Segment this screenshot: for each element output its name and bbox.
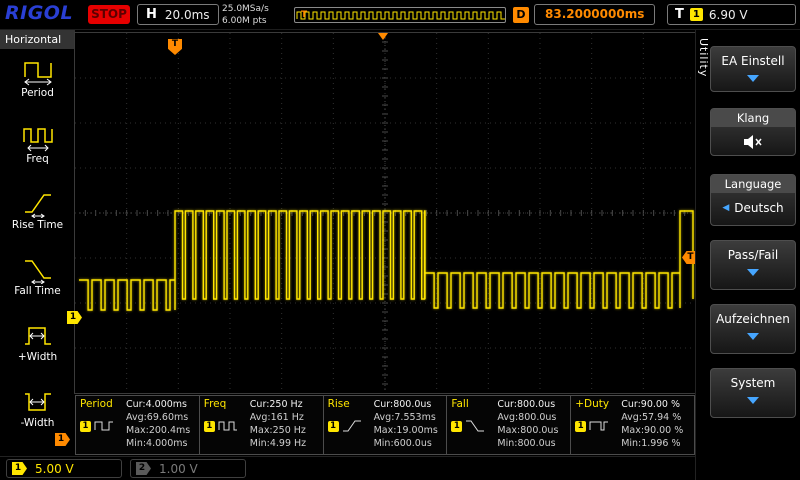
channel-2-marker: 2 xyxy=(136,462,151,475)
menu-item-freq[interactable]: Freq xyxy=(0,122,75,165)
menu-button-system[interactable]: System xyxy=(710,368,796,418)
waveform-display: T T 1 xyxy=(74,32,696,394)
trigger-label: T xyxy=(675,7,684,22)
menu-button-aufzeichnen[interactable]: Aufzeichnen xyxy=(710,304,796,354)
utility-menu-title: Utility xyxy=(697,38,710,77)
channel-1-status[interactable]: 1 5.00 V xyxy=(6,459,122,478)
fall-glyph-icon xyxy=(464,419,486,433)
measurement-period[interactable]: Period 1 Cur:4.000ms Avg:69.60ms Max:200… xyxy=(75,395,200,455)
timebase-value: 20.0ms xyxy=(165,8,210,22)
menu-button-klang[interactable]: Klang xyxy=(710,108,796,156)
rise-time-icon xyxy=(21,188,55,218)
measurement-freq[interactable]: Freq 1 Cur:250 Hz Avg:161 Hz Max:250 Hz … xyxy=(199,395,324,455)
menu-item-rise-time[interactable]: Rise Time xyxy=(0,188,75,231)
channel-bar: 1 5.00 V 2 1.00 V xyxy=(0,456,800,480)
oscilloscope-ui: RIGOL STOP H 20.0ms 25.0MSa/s 6.00M pts … xyxy=(0,0,800,480)
menu-button-language[interactable]: Language ◀ Deutsch xyxy=(710,174,796,226)
delay-box[interactable]: D 83.2000000ms xyxy=(513,4,655,25)
waveform-preview-strip[interactable]: T xyxy=(294,7,506,23)
measurement-bar: Period 1 Cur:4.000ms Avg:69.60ms Max:200… xyxy=(75,395,695,455)
chevron-down-icon xyxy=(747,75,759,82)
fall-time-icon xyxy=(21,254,55,284)
delay-label: D xyxy=(513,7,529,23)
sample-rate: 25.0MSa/s xyxy=(222,3,269,15)
chevron-down-icon xyxy=(747,269,759,276)
preview-trigger-marker: T xyxy=(301,8,307,22)
ch1-badge: 1 xyxy=(575,421,586,432)
menu-button-pass-fail[interactable]: Pass/Fail xyxy=(710,240,796,290)
sound-off-icon xyxy=(742,133,764,151)
horizontal-label: H xyxy=(146,7,157,22)
freq-glyph-icon xyxy=(217,419,239,433)
duty-glyph-icon xyxy=(588,419,610,433)
memory-depth: 6.00M pts xyxy=(222,15,269,27)
chevron-down-icon xyxy=(747,397,759,404)
run-state-badge: STOP xyxy=(88,5,130,24)
channel-2-scale: 1.00 V xyxy=(159,462,198,476)
preview-waveform xyxy=(295,8,505,22)
plus-width-icon xyxy=(21,320,55,350)
delay-center-marker-icon xyxy=(378,33,388,40)
ch1-badge: 1 xyxy=(451,421,462,432)
freq-icon xyxy=(21,122,55,152)
measurement-plus-duty[interactable]: +Duty 1 Cur:90.00 % Avg:57.94 % Max:90.0… xyxy=(570,395,695,455)
chevron-down-icon xyxy=(747,333,759,340)
measure-menu-title: Horizontal xyxy=(0,30,75,49)
channel-1-scale: 5.00 V xyxy=(35,462,74,476)
rise-glyph-icon xyxy=(341,419,363,433)
graticule-grid xyxy=(75,33,695,393)
measure-menu: Horizontal Period Freq Rise Time xyxy=(0,30,75,456)
menu-item-minus-width[interactable]: -Width xyxy=(0,386,75,429)
measurement-rise[interactable]: Rise 1 Cur:800.0us Avg:7.553ms Max:19.00… xyxy=(323,395,448,455)
channel-2-status[interactable]: 2 1.00 V xyxy=(130,459,246,478)
language-value: Deutsch xyxy=(734,201,783,215)
menu-button-ea-einstell[interactable]: EA Einstell xyxy=(710,46,796,92)
utility-menu: Utility EA Einstell Klang Language ◀ Deu… xyxy=(695,30,800,480)
menu-item-plus-width[interactable]: +Width xyxy=(0,320,75,363)
menu-item-period[interactable]: Period xyxy=(0,56,75,99)
delay-value: 83.2000000ms xyxy=(534,4,655,25)
period-icon xyxy=(21,56,55,86)
trigger-source-badge: 1 xyxy=(690,8,703,21)
horizontal-timebase-box[interactable]: H 20.0ms xyxy=(137,4,219,25)
trigger-status-box[interactable]: T 1 6.90 V xyxy=(667,4,796,25)
rigol-logo: RIGOL xyxy=(5,2,73,24)
acquisition-info: 25.0MSa/s 6.00M pts xyxy=(222,3,269,27)
ch1-badge: 1 xyxy=(80,421,91,432)
channel-1-marker: 1 xyxy=(12,462,27,475)
ch1-badge: 1 xyxy=(328,421,339,432)
menu-item-fall-time[interactable]: Fall Time xyxy=(0,254,75,297)
trigger-level-value: 6.90 V xyxy=(709,8,748,22)
minus-width-icon xyxy=(21,386,55,416)
ch1-waveform xyxy=(79,211,693,310)
chevron-left-icon: ◀ xyxy=(722,203,729,213)
measurement-fall[interactable]: Fall 1 Cur:800.0us Avg:800.0us Max:800.0… xyxy=(446,395,571,455)
ch1-badge: 1 xyxy=(204,421,215,432)
period-glyph-icon xyxy=(93,419,115,433)
status-bar: RIGOL STOP H 20.0ms 25.0MSa/s 6.00M pts … xyxy=(0,0,800,30)
